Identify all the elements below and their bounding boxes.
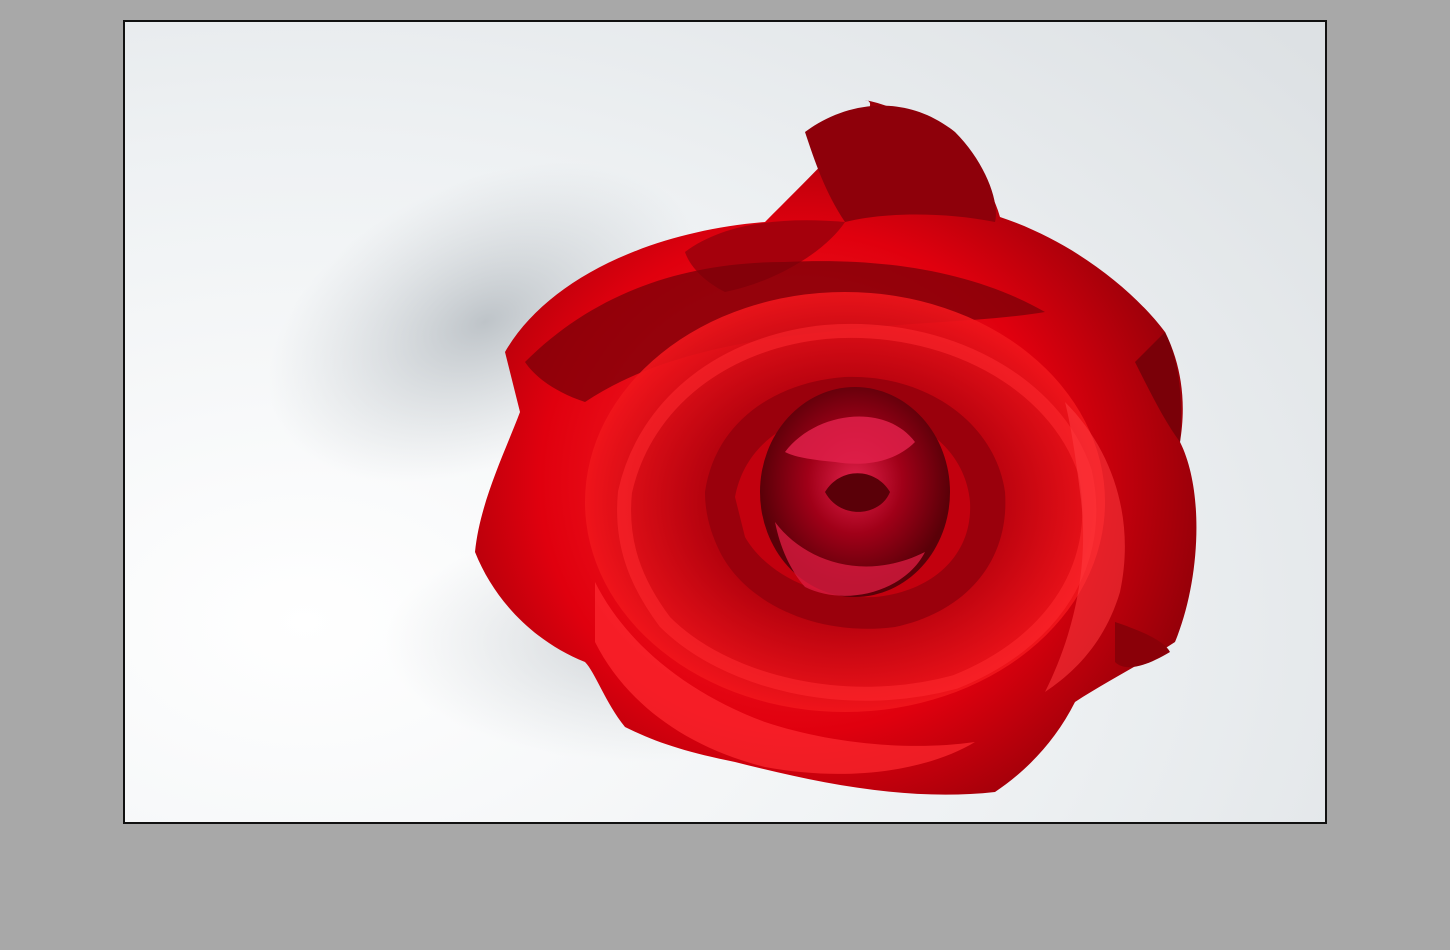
photo-frame (123, 20, 1327, 824)
rose-image (125, 22, 1325, 822)
image-viewer (0, 0, 1450, 950)
